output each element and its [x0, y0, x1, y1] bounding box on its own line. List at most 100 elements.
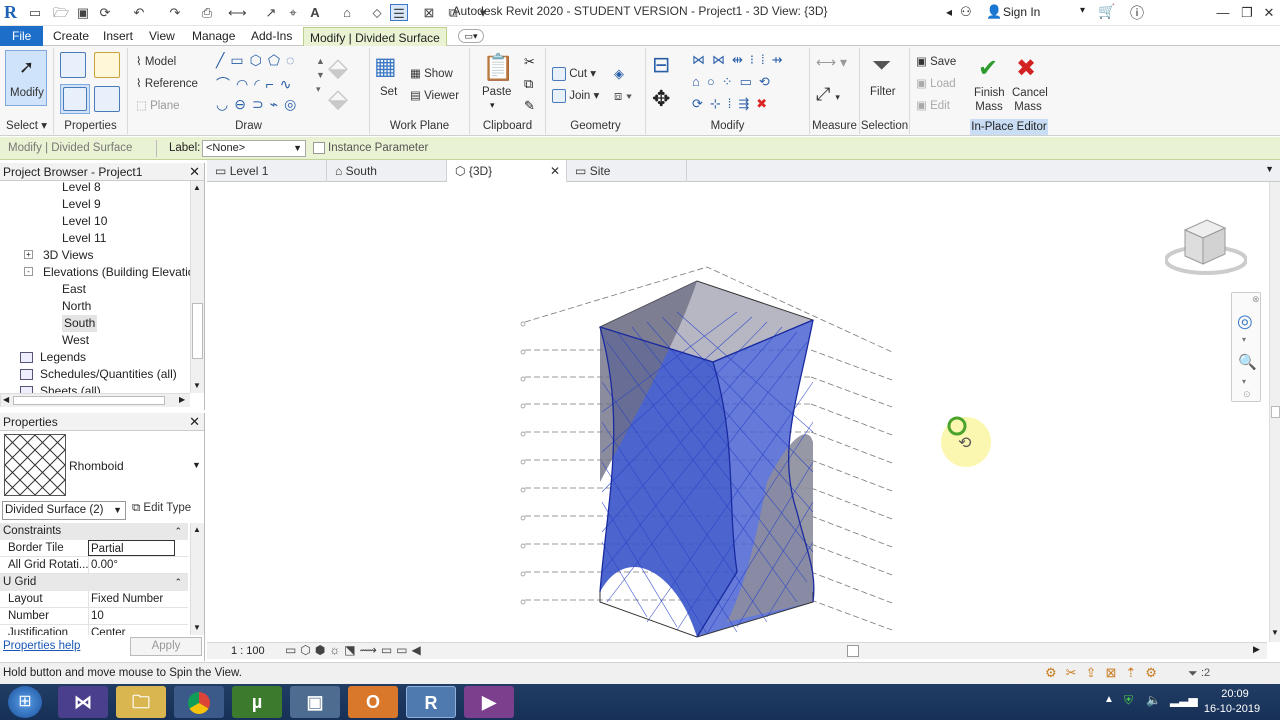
chevron-left-icon[interactable]: ◂ [946, 5, 952, 19]
filter-button[interactable]: Filter [870, 86, 896, 98]
tag-icon[interactable]: ⌖ [284, 4, 302, 21]
browser-scroll-thumb[interactable] [192, 303, 203, 359]
zoom-dropdown-icon[interactable]: ▾ [1242, 377, 1246, 386]
family-types-icon[interactable] [94, 86, 120, 112]
move-icon[interactable]: ✥ [652, 86, 670, 112]
open-icon[interactable]: ▭ [26, 4, 44, 21]
view-tabs-menu-icon[interactable]: ▼ [1265, 164, 1274, 174]
property-row[interactable]: Justification Center [0, 625, 188, 635]
load-button[interactable]: ▣ Load [916, 76, 956, 90]
canvas-vscroll-thumb[interactable] [1271, 406, 1280, 418]
property-value[interactable]: 0.00° [88, 557, 175, 573]
set-button[interactable]: Set [380, 86, 397, 98]
security-tray-icon[interactable]: ⛨ [1124, 693, 1133, 708]
property-category[interactable]: U Grid ⌃ [0, 574, 188, 591]
tab-file[interactable]: File [0, 26, 44, 46]
user-icon[interactable]: 👤 [986, 4, 1002, 20]
reference-line-button[interactable]: ⌇ Reference [136, 76, 198, 90]
filter-icon[interactable]: ⏷ [872, 52, 891, 80]
view-tab-3d[interactable]: ⬡ {3D} ✕ [447, 160, 567, 182]
measure-qa-icon[interactable]: ⟷ [228, 4, 247, 21]
collapse-category-icon[interactable]: ⌃ [174, 523, 182, 540]
join-geometry-button[interactable]: Join ▾ [552, 88, 599, 103]
property-row[interactable]: Number 10 [0, 608, 188, 625]
revit-logo[interactable]: R [4, 2, 17, 23]
steering-wheel-dropdown-icon[interactable]: ▾ [1242, 335, 1246, 344]
canvas-scroll-right-icon[interactable]: ▶ [1253, 644, 1260, 655]
dimension-icon[interactable]: ↗ [262, 4, 280, 21]
sign-in-link[interactable]: Sign In [1003, 5, 1040, 19]
zoom-icon[interactable]: 🔍 [1238, 353, 1257, 371]
match-properties-icon[interactable]: ✎ [524, 98, 535, 114]
type-dropdown-icon[interactable]: ▼ [192, 460, 201, 470]
type-selector[interactable]: Rhomboid [69, 459, 124, 473]
close-view-tab-icon[interactable]: ✕ [550, 160, 560, 182]
view-cube[interactable] [1164, 216, 1248, 278]
cut-scissors-icon[interactable]: ✂ [524, 54, 535, 70]
cart-icon[interactable]: 🛒 [1098, 3, 1115, 20]
nav-bar-options-icon[interactable]: ⊙ [1243, 389, 1251, 400]
aligned-dimension-icon[interactable]: ⤢ ▾ [816, 84, 840, 105]
cut-geometry-button[interactable]: Cut ▾ [552, 66, 596, 81]
property-value[interactable]: 10 [88, 608, 175, 624]
property-value[interactable]: Center [88, 625, 175, 635]
clock-date[interactable]: 16-10-2019 [1200, 703, 1264, 715]
scroll-down-icon[interactable]: ▼ [193, 381, 201, 390]
props-scroll-up-icon[interactable]: ▲ [193, 525, 201, 534]
properties-scrollbar[interactable]: ▲ ▼ [190, 523, 204, 635]
canvas-hscroll-thumb[interactable] [847, 645, 859, 657]
revit-taskbar-icon[interactable]: R [406, 686, 456, 718]
props-scroll-down-icon[interactable]: ▼ [193, 623, 201, 632]
view-tab-site[interactable]: ▭ Site [567, 160, 687, 182]
split-face-icon[interactable]: ⧈ ▾ [614, 88, 632, 104]
help-icon[interactable]: ⓘ [1130, 3, 1144, 23]
collapse-category-icon[interactable]: ⌃ [174, 574, 182, 591]
property-value[interactable]: Partial [88, 540, 175, 556]
viewer-button[interactable]: ▤ Viewer [410, 88, 459, 102]
twisted-mass-model[interactable]: ⟲ [207, 182, 1267, 642]
folder-open-icon[interactable]: 🗁 [52, 4, 70, 21]
app-taskbar-icon[interactable]: ▣ [290, 686, 340, 718]
visual-studio-taskbar-icon[interactable]: ⋈ [58, 686, 108, 718]
redo-icon[interactable]: ↷ [166, 4, 184, 21]
instance-filter-select[interactable]: Divided Surface (2) ▼ [2, 501, 126, 520]
paste-dropdown-icon[interactable]: ▾ [490, 100, 495, 111]
set-work-plane-icon[interactable]: ▦ [374, 52, 397, 81]
sign-in-dropdown-icon[interactable]: ▾ [1080, 5, 1085, 16]
scroll-up-icon[interactable]: ▲ [193, 183, 201, 192]
paint-icon[interactable]: ◈ [614, 66, 624, 82]
canvas-scroll-down-icon[interactable]: ▼ [1271, 628, 1279, 637]
scroll-right-icon[interactable]: ▶ [179, 395, 185, 404]
close-hidden-icon[interactable]: ⊠ [420, 4, 438, 21]
properties-icon[interactable] [60, 52, 86, 78]
surface-tools-icon[interactable]: ⬙ ⬙ [328, 52, 364, 113]
property-row[interactable]: Border Tile Partial [0, 540, 188, 557]
network-icon[interactable]: ▂▃▅ [1170, 693, 1198, 707]
utorrent-taskbar-icon[interactable]: µ [232, 686, 282, 718]
apply-button[interactable]: Apply [130, 637, 202, 656]
view-tab-south[interactable]: ⌂ South [327, 160, 447, 182]
align-icon[interactable]: ⊟ [652, 52, 670, 78]
save-button[interactable]: ▣ Save [916, 54, 956, 68]
browser-vertical-scrollbar[interactable]: ▲ ▼ [190, 181, 204, 393]
paste-button[interactable]: Paste [482, 86, 511, 98]
chrome-taskbar-icon[interactable] [174, 686, 224, 718]
view-tab-level-1[interactable]: ▭ Level 1 [207, 160, 327, 182]
property-row[interactable]: All Grid Rotati... 0.00° [0, 557, 188, 574]
tab-add-ins[interactable]: Add-Ins [245, 26, 298, 46]
draw-tools-row-1[interactable]: ╱▭⬡⬠◌ [216, 52, 300, 69]
tab-modify-divided-surface[interactable]: Modify | Divided Surface [303, 27, 447, 47]
outlook-taskbar-icon[interactable]: O [348, 686, 398, 718]
view-scale[interactable]: 1 : 100 [231, 645, 265, 657]
filter-status-icon[interactable]: ⏷ [1188, 666, 1198, 681]
expand-icon[interactable]: + [24, 250, 33, 259]
restore-button[interactable]: ❐ [1236, 3, 1258, 23]
clock-time[interactable]: 20:09 [1208, 688, 1262, 700]
save-icon[interactable]: ▣ [74, 4, 92, 21]
properties-help-link[interactable]: Properties help [3, 640, 80, 652]
tab-insert[interactable]: Insert [97, 26, 139, 46]
selection-settings-icons[interactable]: ⚙✂⇪⊠⇡⚙ [1045, 665, 1166, 681]
copy-icon[interactable]: ⧉ [524, 76, 533, 92]
show-button[interactable]: ▦ Show [410, 66, 453, 80]
3d-view-canvas[interactable]: ⟲ ⊗ ◎ ▾ 🔍 ▾ ⊙ ▼ [207, 182, 1280, 642]
